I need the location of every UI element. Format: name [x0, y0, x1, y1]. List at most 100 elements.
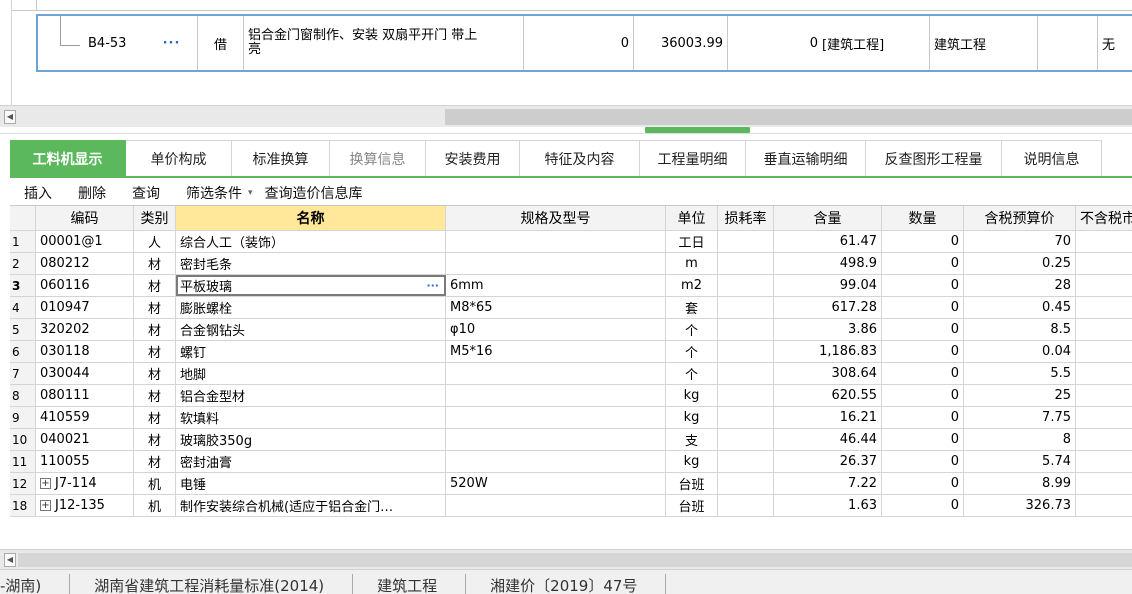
- cell-spec[interactable]: φ10: [446, 319, 666, 340]
- tab-standard-conversion[interactable]: 标准换算: [232, 140, 330, 176]
- insert-button[interactable]: 插入: [10, 183, 64, 203]
- cell-qty[interactable]: 0: [882, 297, 964, 318]
- cell-notax-price[interactable]: [1076, 429, 1132, 450]
- cell-notax-price[interactable]: [1076, 363, 1132, 384]
- top-row-name[interactable]: 铝合金门窗制作、安装 双扇平开门 带上 亮: [244, 16, 524, 70]
- scroll-thumb[interactable]: [18, 553, 1132, 567]
- cell-type[interactable]: 材: [134, 429, 176, 450]
- cell-loss[interactable]: [718, 451, 774, 472]
- cell-notax-price[interactable]: [1076, 253, 1132, 274]
- tab-install-fee[interactable]: 安装费用: [426, 140, 520, 176]
- cell-tax-price[interactable]: 70: [964, 231, 1076, 252]
- tab-conversion-info[interactable]: 换算信息: [330, 140, 426, 176]
- cell-name[interactable]: 软填料: [176, 407, 446, 428]
- cell-spec[interactable]: [446, 407, 666, 428]
- cell-content[interactable]: 7.22: [774, 473, 882, 494]
- top-horizontal-scrollbar[interactable]: ◀: [0, 105, 1132, 127]
- cell-unit[interactable]: kg: [666, 407, 718, 428]
- cell-tax-price[interactable]: 0.45: [964, 297, 1076, 318]
- cell-notax-price[interactable]: [1076, 231, 1132, 252]
- top-row-more-button[interactable]: ···: [146, 16, 198, 70]
- cell-spec[interactable]: M5*16: [446, 341, 666, 362]
- cell-spec[interactable]: [446, 451, 666, 472]
- cell-spec[interactable]: [446, 253, 666, 274]
- table-row[interactable]: 12 + J7-114 机 电锤 520W 台班 7.22 0 8.99: [10, 473, 1132, 495]
- query-price-db-button[interactable]: 查询造价信息库: [259, 183, 375, 203]
- cell-content[interactable]: 308.64: [774, 363, 882, 384]
- cell-name[interactable]: 电锤: [176, 473, 446, 494]
- cell-code[interactable]: 410559: [36, 407, 134, 428]
- row-number[interactable]: 11: [10, 451, 36, 472]
- cell-unit[interactable]: 个: [666, 363, 718, 384]
- row-number[interactable]: 9: [10, 407, 36, 428]
- cell-qty[interactable]: 0: [882, 363, 964, 384]
- cell-content[interactable]: 61.47: [774, 231, 882, 252]
- cell-content[interactable]: 498.9: [774, 253, 882, 274]
- cell-unit[interactable]: 个: [666, 341, 718, 362]
- table-row[interactable]: 10 040021 材 玻璃胶350g 支 46.44 0 8: [10, 429, 1132, 451]
- cell-loss[interactable]: [718, 253, 774, 274]
- cell-qty[interactable]: 0: [882, 429, 964, 450]
- cell-notax-price[interactable]: [1076, 473, 1132, 494]
- cell-content[interactable]: 46.44: [774, 429, 882, 450]
- cell-code[interactable]: 030118: [36, 341, 134, 362]
- cell-qty[interactable]: 0: [882, 341, 964, 362]
- cell-code[interactable]: 040021: [36, 429, 134, 450]
- cell-type[interactable]: 人: [134, 231, 176, 252]
- cell-loss[interactable]: [718, 495, 774, 516]
- cell-qty[interactable]: 0: [882, 407, 964, 428]
- scroll-thumb[interactable]: [445, 109, 1132, 125]
- cell-type[interactable]: 材: [134, 451, 176, 472]
- cell-unit[interactable]: 个: [666, 319, 718, 340]
- cell-tax-price[interactable]: 7.75: [964, 407, 1076, 428]
- cell-qty[interactable]: 0: [882, 319, 964, 340]
- cell-type[interactable]: 材: [134, 385, 176, 406]
- cell-name[interactable]: 地脚: [176, 363, 446, 384]
- cell-notax-price[interactable]: [1076, 341, 1132, 362]
- cell-spec[interactable]: [446, 363, 666, 384]
- tab-reverse-graphic-quantity[interactable]: 反查图形工程量: [866, 140, 1002, 176]
- top-row-empty[interactable]: [1038, 16, 1098, 70]
- top-row-type[interactable]: 借: [198, 16, 244, 70]
- cell-tax-price[interactable]: 8.99: [964, 473, 1076, 494]
- tab-vertical-transport[interactable]: 垂直运输明细: [746, 140, 866, 176]
- table-row[interactable]: 1 00001@1 人 综合人工（装饰） 工日 61.47 0 70: [10, 231, 1132, 253]
- row-number[interactable]: 5: [10, 319, 36, 340]
- cell-tax-price[interactable]: 25: [964, 385, 1076, 406]
- table-row[interactable]: 9 410559 材 软填料 kg 16.21 0 7.75: [10, 407, 1132, 429]
- cell-content[interactable]: 3.86: [774, 319, 882, 340]
- cell-tax-price[interactable]: 326.73: [964, 495, 1076, 516]
- cell-spec[interactable]: 6mm: [446, 275, 666, 296]
- tab-description[interactable]: 说明信息: [1002, 140, 1102, 176]
- cell-tax-price[interactable]: 5.74: [964, 451, 1076, 472]
- cell-unit[interactable]: 工日: [666, 231, 718, 252]
- table-row[interactable]: 3 060116 材 平板玻璃 ··· 6mm m2 99.04 0 28: [10, 275, 1132, 297]
- tab-labor-material-machine[interactable]: 工料机显示: [10, 140, 126, 176]
- cell-content[interactable]: 1,186.83: [774, 341, 882, 362]
- cell-name[interactable]: 平板玻璃 ···: [176, 275, 446, 296]
- cell-name[interactable]: 玻璃胶350g: [176, 429, 446, 450]
- header-code[interactable]: 编码: [36, 206, 134, 230]
- header-tax-price[interactable]: 含税预算价: [964, 206, 1076, 230]
- panel-splitter-handle[interactable]: [645, 127, 750, 133]
- cell-type[interactable]: 机: [134, 473, 176, 494]
- cell-notax-price[interactable]: [1076, 319, 1132, 340]
- cell-loss[interactable]: [718, 341, 774, 362]
- tab-quantity-detail[interactable]: 工程量明细: [640, 140, 746, 176]
- row-number[interactable]: 12: [10, 473, 36, 494]
- cell-name[interactable]: 铝合金型材: [176, 385, 446, 406]
- grid-horizontal-scrollbar[interactable]: ◀: [0, 549, 1132, 569]
- cell-name[interactable]: 综合人工（装饰）: [176, 231, 446, 252]
- cell-notax-price[interactable]: [1076, 407, 1132, 428]
- cell-code[interactable]: + J12-135: [36, 495, 134, 516]
- header-unit[interactable]: 单位: [666, 206, 718, 230]
- cell-spec[interactable]: [446, 231, 666, 252]
- scroll-left-arrow-icon[interactable]: ◀: [4, 110, 16, 124]
- row-number[interactable]: 3: [10, 275, 36, 296]
- cell-qty[interactable]: 0: [882, 385, 964, 406]
- cell-unit[interactable]: 套: [666, 297, 718, 318]
- cell-tax-price[interactable]: 8: [964, 429, 1076, 450]
- cell-code[interactable]: 00001@1: [36, 231, 134, 252]
- table-row[interactable]: 5 320202 材 合金钢钻头 φ10 个 3.86 0 8.5: [10, 319, 1132, 341]
- top-row-value-2[interactable]: 36003.99: [634, 16, 728, 70]
